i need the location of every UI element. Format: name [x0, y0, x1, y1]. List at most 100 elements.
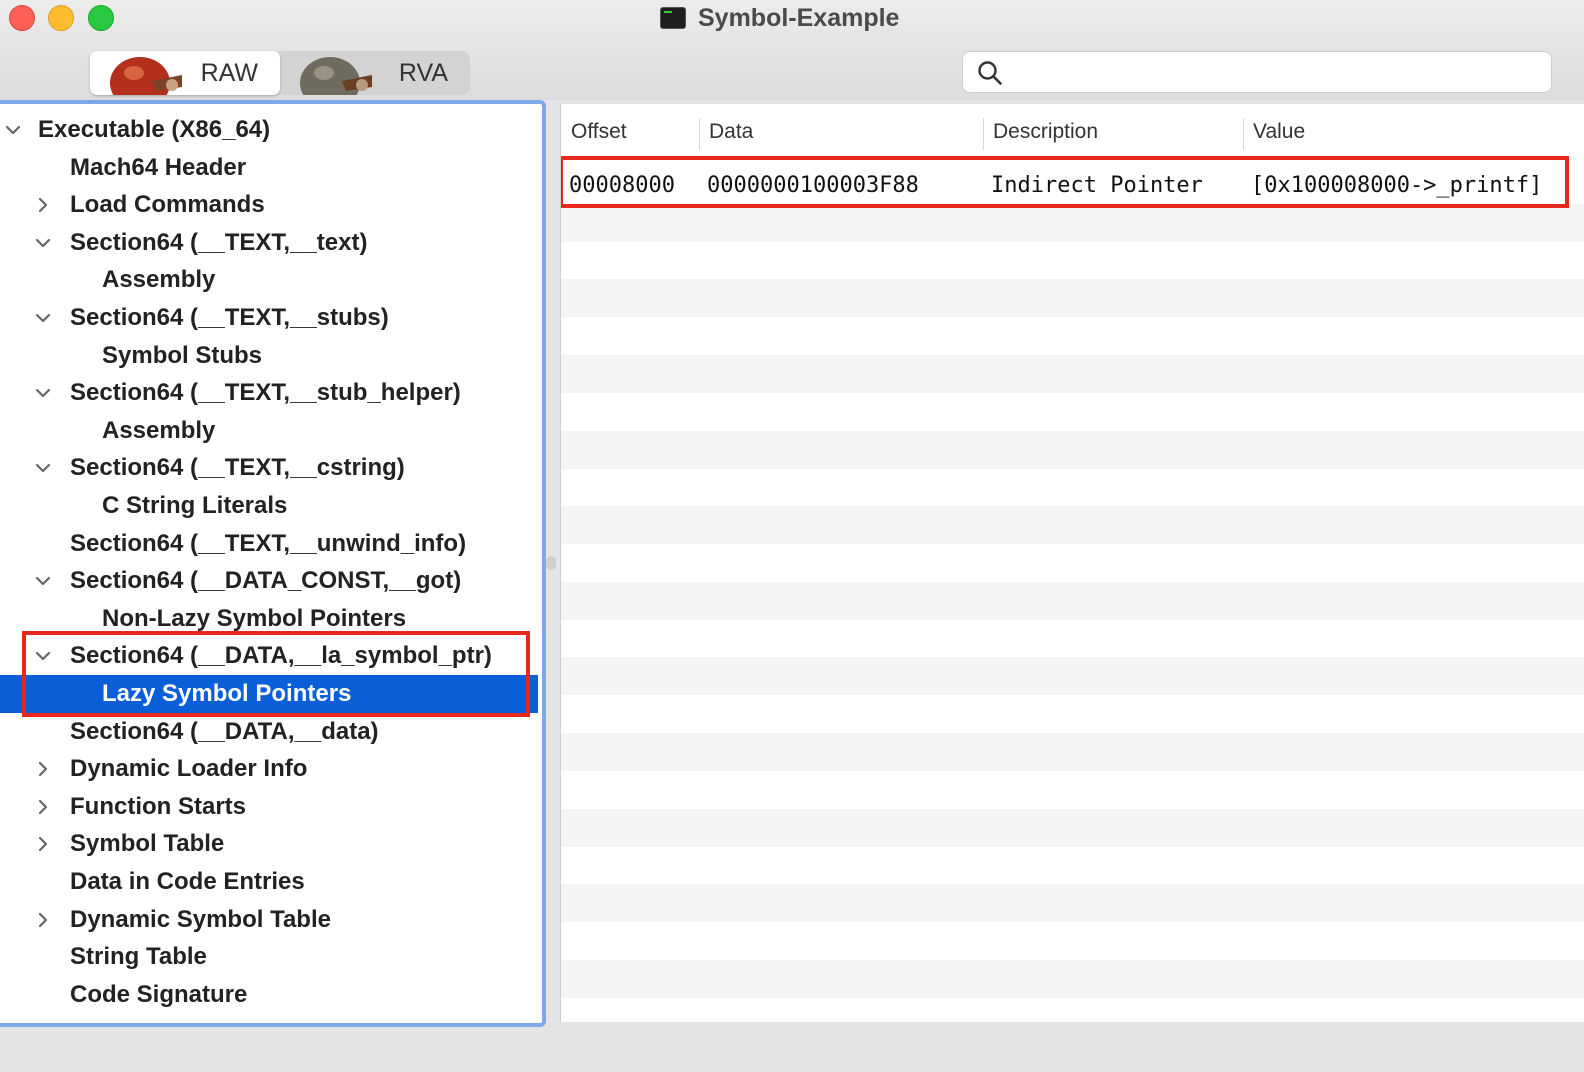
column-header-offset[interactable]: Offset — [571, 120, 627, 144]
column-separator[interactable] — [699, 118, 700, 150]
sidebar-item-label: Section64 (__DATA,__data) — [70, 717, 379, 745]
table-cell-data: 0000000100003F88 — [707, 172, 919, 198]
chevron-right-icon[interactable] — [34, 798, 52, 816]
sidebar-item-label: Section64 (__TEXT,__unwind_info) — [70, 529, 467, 557]
sidebar-item[interactable]: String Table — [0, 938, 538, 976]
table-row — [561, 771, 1584, 809]
view-mode-segmented-control: RAW RVA — [90, 51, 470, 95]
sidebar-item[interactable]: Section64 (__TEXT,__stub_helper) — [0, 374, 538, 412]
sidebar-item[interactable]: Section64 (__TEXT,__unwind_info) — [0, 525, 538, 563]
sidebar-item[interactable]: Section64 (__DATA_CONST,__got) — [0, 562, 538, 600]
column-header-data[interactable]: Data — [709, 120, 753, 144]
column-separator[interactable] — [1243, 118, 1244, 150]
sidebar-item[interactable]: C String Literals — [0, 487, 538, 525]
zoom-window-button[interactable] — [88, 5, 114, 31]
sidebar-item-label: Function Starts — [70, 792, 247, 820]
sidebar-item-label: Non-Lazy Symbol Pointers — [102, 604, 407, 632]
sidebar-item[interactable]: Lazy Symbol Pointers — [0, 675, 538, 713]
sidebar-item-label: Data in Code Entries — [70, 868, 305, 895]
table-row — [561, 203, 1584, 242]
chevron-right-icon[interactable] — [34, 835, 52, 853]
column-separator[interactable] — [983, 118, 984, 150]
sidebar-item[interactable]: Section64 (__DATA,__data) — [0, 713, 538, 751]
chevron-right-icon[interactable] — [34, 196, 52, 214]
sidebar-item[interactable]: Assembly — [0, 412, 538, 450]
raw-mode-button[interactable]: RAW — [90, 51, 280, 95]
chevron-down-icon[interactable] — [4, 121, 22, 139]
sidebar-item[interactable]: Executable (X86_64) — [0, 111, 538, 149]
sidebar-item[interactable]: Section64 (__TEXT,__stubs) — [0, 299, 538, 337]
table-row — [561, 506, 1584, 545]
search-icon — [978, 61, 1002, 85]
sidebar-item-label: C String Literals — [102, 492, 288, 519]
sidebar-item[interactable]: Dynamic Loader Info — [0, 750, 538, 788]
apple-icon — [110, 57, 182, 95]
sidebar-item[interactable]: Mach64 Header — [0, 149, 538, 187]
sidebar-item-label: Section64 (__TEXT,__stub_helper) — [70, 379, 461, 407]
sidebar-item[interactable]: Dynamic Symbol Table — [0, 901, 538, 939]
window-title-text: Symbol-Example — [698, 3, 900, 32]
sidebar-item-label: Section64 (__DATA_CONST,__got) — [70, 567, 462, 595]
chevron-down-icon[interactable] — [34, 384, 52, 402]
table-row — [561, 733, 1584, 771]
sidebar-item[interactable]: Function Starts — [0, 788, 538, 826]
sidebar-item-label: Assembly — [102, 266, 216, 294]
minimize-window-button[interactable] — [48, 5, 74, 31]
table-cell-value: [0x100008000->_printf] — [1251, 172, 1543, 198]
sidebar-item[interactable]: Load Commands — [0, 186, 538, 224]
sidebar-item[interactable]: Assembly — [0, 261, 538, 299]
table-row — [561, 808, 1584, 847]
table-row — [561, 657, 1584, 696]
chevron-right-icon[interactable] — [34, 911, 52, 929]
sidebar-item[interactable]: Section64 (__TEXT,__cstring) — [0, 449, 538, 487]
sidebar-item-label: Symbol Table — [70, 830, 225, 858]
table-row — [561, 581, 1584, 620]
sidebar-item-label: Dynamic Symbol Table — [70, 905, 331, 933]
sidebar-item[interactable]: Symbol Table — [0, 825, 538, 863]
table-row — [561, 695, 1584, 733]
chevron-right-icon[interactable] — [34, 760, 52, 778]
split-view-divider[interactable] — [546, 556, 556, 570]
sidebar-item[interactable]: Code Signature — [0, 976, 538, 1014]
table-row — [561, 279, 1584, 318]
sidebar-item-label: Section64 (__TEXT,__text) — [70, 228, 368, 256]
search-field[interactable] — [962, 51, 1552, 93]
sidebar-item-label: Load Commands — [70, 191, 265, 219]
bottom-bar — [0, 1027, 1584, 1072]
chevron-down-icon[interactable] — [34, 309, 52, 327]
sidebar-item-label: Lazy Symbol Pointers — [102, 680, 352, 707]
table-row — [561, 317, 1584, 355]
chevron-down-icon[interactable] — [34, 459, 52, 477]
table-row — [561, 959, 1584, 998]
sidebar-item[interactable]: Section64 (__DATA,__la_symbol_ptr) — [0, 637, 538, 675]
rva-mode-button[interactable]: RVA — [280, 51, 470, 95]
sidebar-item-label: Code Signature — [70, 980, 248, 1008]
chevron-down-icon[interactable] — [34, 234, 52, 252]
column-header-description[interactable]: Description — [993, 120, 1098, 144]
chevron-down-icon[interactable] — [34, 647, 52, 665]
raw-mode-label: RAW — [200, 58, 258, 87]
table-row — [561, 430, 1584, 469]
table-row — [561, 544, 1584, 582]
sidebar-item[interactable]: Non-Lazy Symbol Pointers — [0, 600, 538, 638]
sidebar-item-label: Mach64 Header — [70, 153, 247, 181]
table-row — [561, 393, 1584, 431]
rva-mode-label: RVA — [398, 58, 448, 87]
column-header-value[interactable]: Value — [1253, 120, 1305, 144]
table-row[interactable]: 00008000 0000000100003F88 Indirect Pointer… — [561, 166, 1584, 204]
table-row — [561, 355, 1584, 393]
sidebar-item[interactable]: Symbol Stubs — [0, 337, 538, 375]
sidebar-item[interactable]: Data in Code Entries — [0, 863, 538, 901]
sidebar-item-label: Section64 (__TEXT,__stubs) — [70, 304, 389, 331]
data-table: Offset Data Description Value 00008000 00… — [560, 104, 1584, 1022]
sidebar-item-label: Symbol Stubs — [102, 341, 263, 369]
table-row — [561, 846, 1584, 884]
sidebar-item-label: String Table — [70, 943, 207, 971]
sidebar-item[interactable]: Section64 (__TEXT,__text) — [0, 224, 538, 262]
table-row — [561, 242, 1584, 280]
table-cell-description: Indirect Pointer — [991, 172, 1203, 198]
sidebar-tree: Executable (X86_64) Mach64 Header Load Com… — [0, 100, 546, 1027]
close-window-button[interactable] — [9, 5, 35, 31]
table-cell-offset: 00008000 — [569, 172, 675, 198]
chevron-down-icon[interactable] — [34, 572, 52, 590]
